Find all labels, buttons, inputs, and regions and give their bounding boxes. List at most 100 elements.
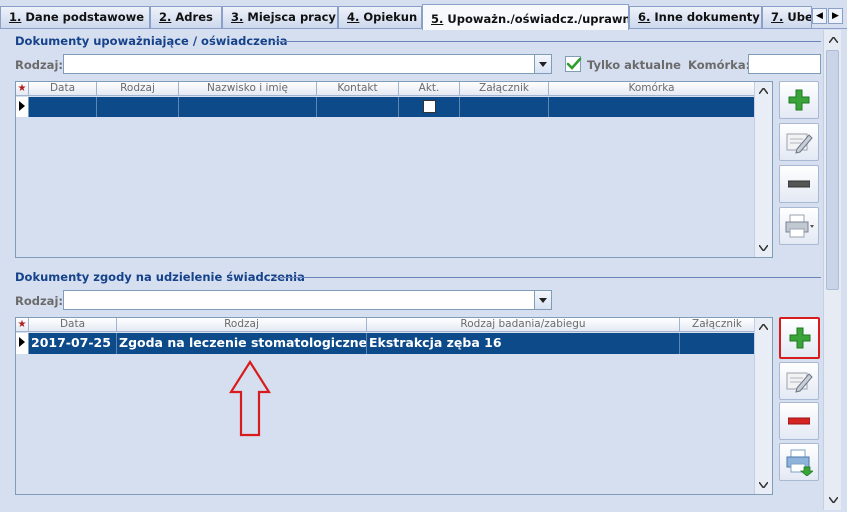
akt-checkbox[interactable]	[423, 100, 436, 113]
tab-ubezpieczenie[interactable]: 7. Ubez	[762, 6, 812, 28]
grid-header-akt[interactable]: Akt.	[399, 82, 460, 96]
section1-add-button[interactable]	[779, 81, 819, 119]
tab-label: Inne dokumenty	[654, 10, 760, 24]
grid-header-zalacznik[interactable]: Załącznik	[460, 82, 549, 96]
section1-rodzaj-combo[interactable]	[63, 54, 552, 74]
grid-header-komorka[interactable]: Komórka	[549, 82, 755, 96]
section1-rodzaj-label: Rodzaj:	[15, 58, 63, 72]
page-scroll-thumb[interactable]	[826, 50, 839, 290]
section1-divider	[273, 41, 821, 42]
section2-grid: ★ Data Rodzaj Rodzaj badania/zabiegu Zał…	[15, 317, 773, 495]
tab-strip: 1. Dane podstawowe 2. Adres 3. Miejsca p…	[0, 0, 847, 30]
grid-header-rodzaj[interactable]: Rodzaj	[97, 82, 179, 96]
tab-label: Ubez	[787, 10, 812, 24]
section2-rodzaj-combo[interactable]	[63, 290, 552, 310]
section2-print-button[interactable]	[779, 443, 819, 481]
section1-edit-button[interactable]	[779, 123, 819, 161]
grid-header-zalacznik[interactable]: Załącznik	[680, 318, 755, 332]
plus-icon	[788, 89, 810, 111]
section2-grid-scrollbar[interactable]	[754, 318, 772, 494]
tab-number: 4.	[347, 10, 360, 24]
tab-inne-dokumenty[interactable]: 6. Inne dokumenty	[629, 6, 762, 28]
tab-upowaznienia[interactable]: 5. Upoważn./oświadcz./uprawn.	[422, 4, 629, 30]
cell-zalacznik	[680, 333, 755, 354]
chevron-up-icon	[758, 322, 769, 331]
tab-label: Dane podstawowe	[25, 10, 145, 24]
row-selector[interactable]	[16, 333, 29, 354]
grid-header-rodzaj[interactable]: Rodzaj	[117, 318, 367, 332]
scroll-down-button[interactable]	[755, 477, 772, 493]
page-scroll-down-button[interactable]	[824, 492, 842, 508]
cell-akt	[399, 97, 460, 117]
row-pointer-icon	[19, 337, 25, 347]
cell-data	[29, 97, 97, 117]
page-scrollbar[interactable]	[823, 30, 841, 510]
komorka-input[interactable]	[748, 54, 821, 74]
row-selector[interactable]	[16, 97, 29, 117]
cell-zalacznik	[460, 97, 549, 117]
cell-rodzaj	[97, 97, 179, 117]
chevron-down-icon	[758, 244, 769, 253]
section2-rodzaj-label: Rodzaj:	[15, 294, 63, 308]
section1-title: Dokumenty upoważniające / oświadczenia	[15, 34, 288, 48]
grid-header-kontakt[interactable]: Kontakt	[317, 82, 399, 96]
tab-number: 7.	[771, 10, 784, 24]
cell-nazwisko	[179, 97, 317, 117]
scroll-down-button[interactable]	[755, 240, 772, 256]
annotation-arrow-icon	[229, 360, 271, 437]
grid-header-star: ★	[16, 82, 29, 96]
section2-add-button[interactable]	[779, 317, 820, 359]
printer-icon	[785, 214, 814, 238]
cell-data: 2017-07-25	[29, 333, 117, 354]
chevron-up-icon	[827, 35, 839, 44]
tab-number: 2.	[159, 10, 172, 24]
grid-header-data[interactable]: Data	[29, 318, 117, 332]
table-row[interactable]	[16, 97, 755, 117]
tylko-aktualne-label: Tylko aktualne	[587, 58, 681, 72]
tab-opiekun[interactable]: 4. Opiekun	[338, 6, 422, 28]
scroll-up-button[interactable]	[755, 83, 772, 99]
section1-grid: ★ Data Rodzaj Nazwisko i imię Kontakt Ak…	[15, 81, 773, 258]
grid-header-rodzaj-badania[interactable]: Rodzaj badania/zabiegu	[367, 318, 680, 332]
tab-label: Adres	[175, 10, 213, 24]
cell-komorka	[549, 97, 755, 117]
section1-grid-scrollbar[interactable]	[754, 82, 772, 257]
tab-number: 3.	[231, 10, 244, 24]
table-row[interactable]: 2017-07-25 Zgoda na leczenie stomatologi…	[16, 333, 755, 354]
chevron-down-icon	[539, 298, 547, 303]
main-panel: Dokumenty upoważniające / oświadczenia R…	[5, 30, 821, 506]
section2-edit-button[interactable]	[779, 362, 819, 400]
tab-adres[interactable]: 2. Adres	[150, 6, 222, 28]
checkmark-icon	[566, 57, 582, 70]
section1-print-button[interactable]	[779, 207, 819, 245]
minus-icon	[788, 180, 810, 188]
tab-dane-podstawowe[interactable]: 1. Dane podstawowe	[0, 6, 150, 28]
grid-header-data[interactable]: Data	[29, 82, 97, 96]
chevron-up-icon	[758, 86, 769, 95]
section2-divider	[273, 277, 821, 278]
tab-label: Miejsca pracy	[247, 10, 336, 24]
tylko-aktualne-checkbox[interactable]	[565, 56, 582, 72]
chevron-down-icon	[758, 481, 769, 490]
section2-rodzaj-dropdown-button[interactable]	[534, 291, 551, 309]
printer-icon	[786, 449, 813, 476]
grid-header-nazwisko[interactable]: Nazwisko i imię	[179, 82, 317, 96]
chevron-down-icon	[827, 496, 839, 505]
edit-icon	[786, 133, 813, 154]
tab-label: Opiekun	[363, 10, 418, 24]
tab-scroll-right-button[interactable]: ▶	[828, 8, 843, 24]
tab-number: 1.	[9, 10, 22, 24]
tab-scroll-left-button[interactable]: ◀	[812, 8, 827, 24]
scroll-up-button[interactable]	[755, 319, 772, 335]
tab-miejsca-pracy[interactable]: 3. Miejsca pracy	[222, 6, 338, 28]
section1-rodzaj-dropdown-button[interactable]	[534, 55, 551, 73]
cell-rodzaj-badania: Ekstrakcja zęba 16	[367, 333, 680, 354]
section2-title: Dokumenty zgody na udzielenie świadczeni…	[15, 270, 305, 284]
section2-remove-button[interactable]	[779, 402, 819, 440]
tab-label: Upoważn./oświadcz./uprawn.	[447, 12, 629, 26]
section1-remove-button[interactable]	[779, 165, 819, 203]
triangle-right-icon: ▶	[832, 11, 839, 21]
triangle-left-icon: ◀	[816, 11, 823, 21]
komorka-label: Komórka:	[688, 58, 751, 72]
page-scroll-up-button[interactable]	[824, 32, 842, 48]
